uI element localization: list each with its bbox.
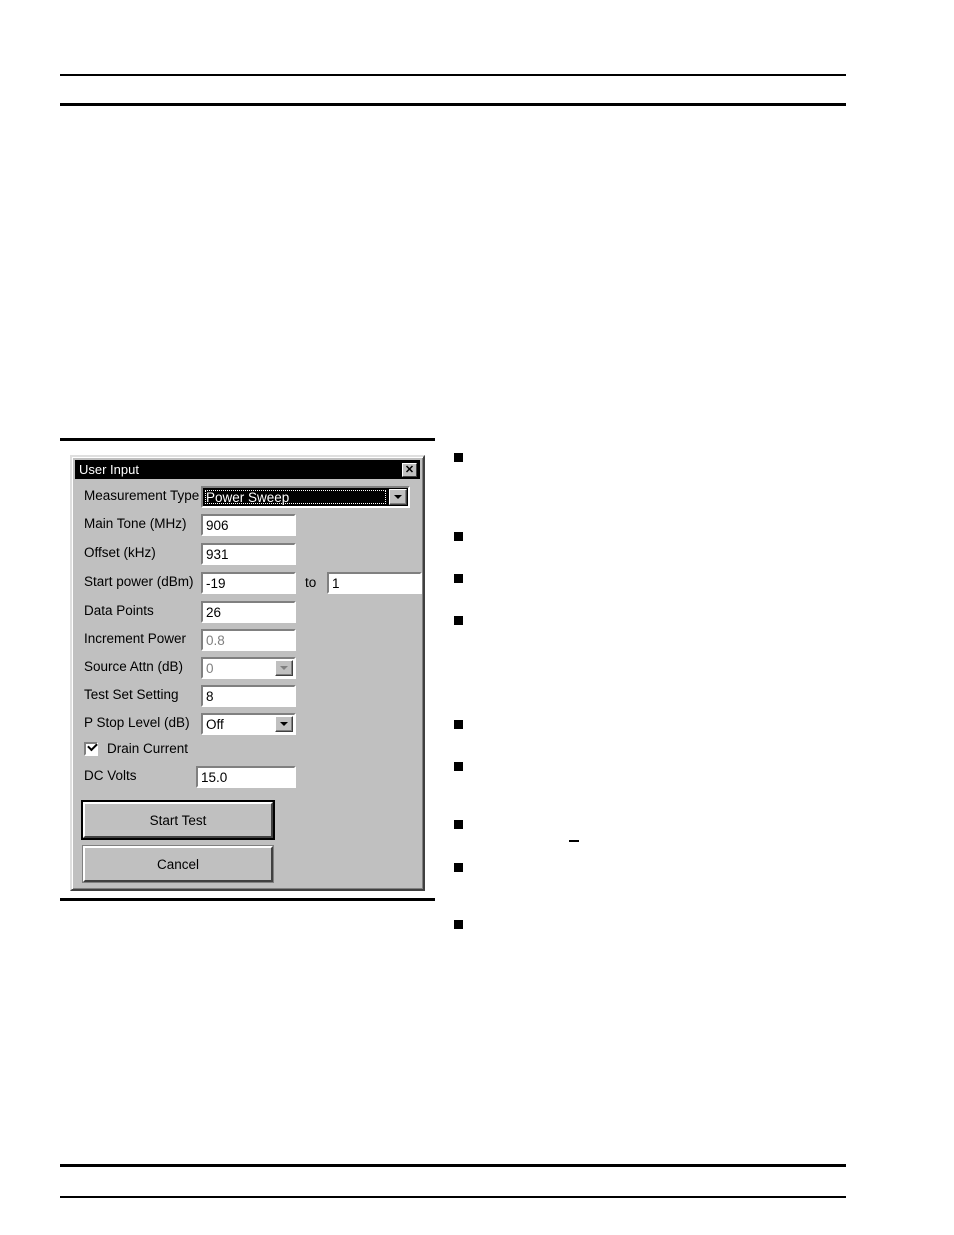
- field-row-increment-power: Increment Power 0.8: [72, 628, 423, 654]
- start-power-from-input[interactable]: -19: [201, 572, 296, 594]
- close-icon[interactable]: ✕: [402, 462, 417, 477]
- main-tone-label: Main Tone (MHz): [84, 516, 187, 531]
- field-row-measurement-type: Measurement Type Power Sweep: [72, 485, 423, 511]
- test-set-setting-label: Test Set Setting: [84, 687, 179, 702]
- figure-rule-bottom: [60, 898, 435, 901]
- list-item-bullet-icon: [454, 920, 463, 929]
- drain-current-label: Drain Current: [107, 741, 189, 756]
- increment-power-input: 0.8: [201, 629, 296, 651]
- data-points-label: Data Points: [84, 603, 154, 618]
- data-points-input[interactable]: 26: [201, 601, 296, 623]
- field-row-test-set-setting: Test Set Setting 8: [72, 684, 423, 710]
- page-footer-rule-thin: [60, 1196, 846, 1198]
- stray-dash-mark: [569, 840, 579, 842]
- source-attn-label: Source Attn (dB): [84, 659, 184, 674]
- dialog-titlebar[interactable]: User Input ✕: [75, 460, 420, 479]
- chevron-down-icon[interactable]: [275, 716, 293, 732]
- p-stop-level-combobox[interactable]: Off: [201, 713, 296, 735]
- measurement-type-combobox[interactable]: Power Sweep: [201, 486, 410, 508]
- source-attn-combobox: 0: [201, 657, 296, 679]
- list-item-bullet-icon: [454, 820, 463, 829]
- offset-label: Offset (kHz): [84, 545, 156, 560]
- chevron-down-icon[interactable]: [389, 489, 407, 505]
- user-input-dialog: User Input ✕ Measurement Type Power Swee…: [70, 455, 425, 891]
- page-footer-rule-thick: [60, 1164, 846, 1167]
- list-item-bullet-icon: [454, 532, 463, 541]
- field-row-offset: Offset (kHz) 931: [72, 542, 423, 568]
- page-header-rule-thick: [60, 103, 846, 106]
- test-set-setting-input[interactable]: 8: [201, 685, 296, 707]
- measurement-type-value: Power Sweep: [204, 489, 387, 505]
- page-header-rule-thin: [60, 74, 846, 76]
- dc-volts-input[interactable]: 15.0: [196, 766, 296, 788]
- field-row-p-stop-level: P Stop Level (dB) Off: [72, 712, 423, 738]
- list-item-bullet-icon: [454, 616, 463, 625]
- chevron-down-icon: [275, 660, 293, 676]
- list-item-bullet-icon: [454, 720, 463, 729]
- start-power-range-separator: to: [305, 575, 317, 590]
- offset-input[interactable]: 931: [201, 543, 296, 565]
- field-row-main-tone: Main Tone (MHz) 906: [72, 513, 423, 539]
- start-test-label: Start Test: [149, 812, 207, 828]
- cancel-label: Cancel: [156, 856, 200, 872]
- dialog-title: User Input: [79, 462, 139, 477]
- measurement-type-label: Measurement Type: [84, 488, 200, 503]
- increment-power-label: Increment Power: [84, 631, 187, 646]
- start-test-button[interactable]: Start Test: [81, 800, 275, 840]
- field-row-dc-volts: DC Volts 15.0: [72, 765, 423, 791]
- start-power-label: Start power (dBm): [84, 574, 194, 589]
- drain-current-checkbox[interactable]: Drain Current: [84, 740, 189, 757]
- list-item-bullet-icon: [454, 762, 463, 771]
- dc-volts-label: DC Volts: [84, 768, 137, 783]
- start-power-to-input[interactable]: 1: [327, 572, 422, 594]
- main-tone-input[interactable]: 906: [201, 514, 296, 536]
- figure-rule-top: [60, 438, 435, 441]
- cancel-button[interactable]: Cancel: [82, 845, 274, 883]
- field-row-start-power: Start power (dBm) -19 to 1: [72, 571, 423, 597]
- list-item-bullet-icon: [454, 453, 463, 462]
- p-stop-level-value: Off: [206, 717, 224, 732]
- field-row-data-points: Data Points 26: [72, 600, 423, 626]
- field-row-source-attn: Source Attn (dB) 0: [72, 656, 423, 682]
- source-attn-value: 0: [206, 661, 214, 676]
- checkmark-icon[interactable]: [84, 740, 98, 756]
- p-stop-level-label: P Stop Level (dB): [84, 715, 190, 730]
- list-item-bullet-icon: [454, 574, 463, 583]
- list-item-bullet-icon: [454, 863, 463, 872]
